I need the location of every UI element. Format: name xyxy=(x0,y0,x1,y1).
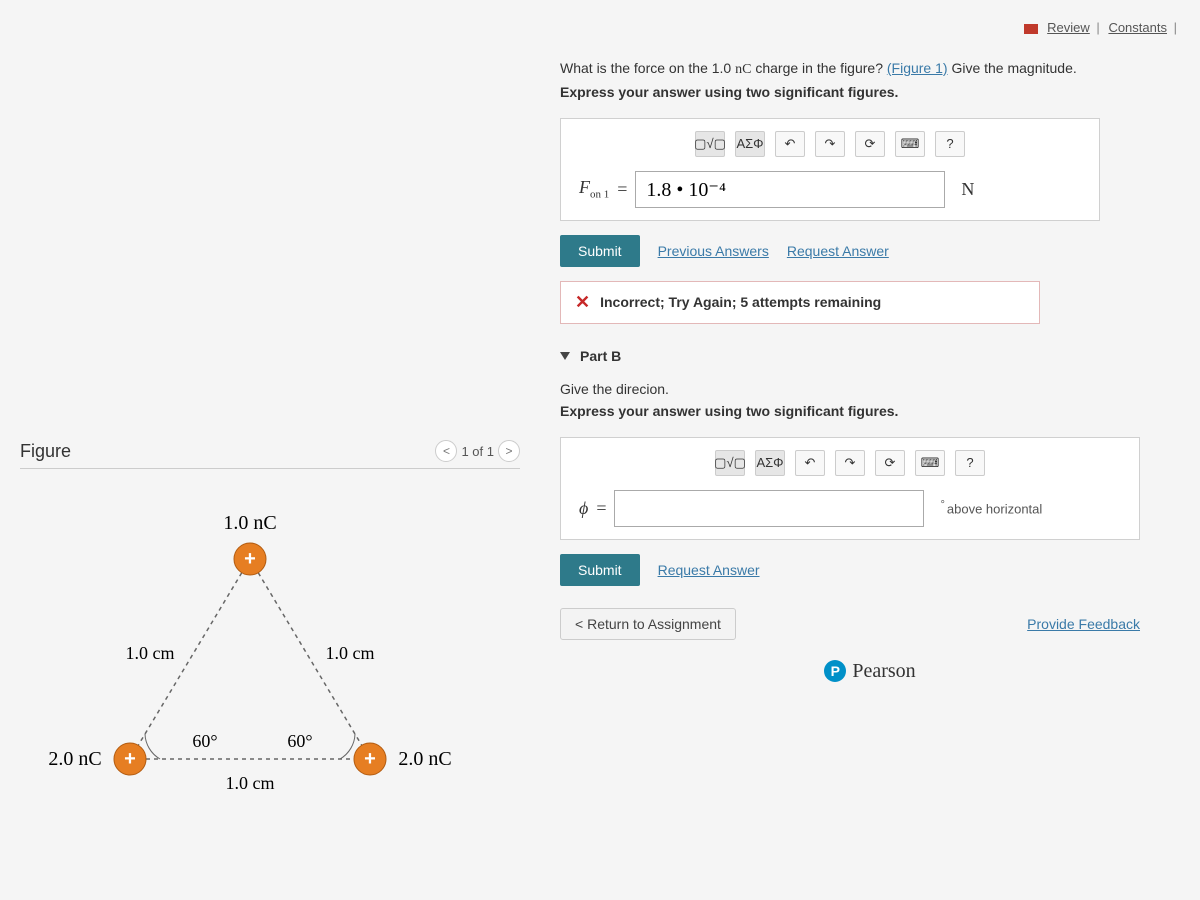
previous-answers-link[interactable]: Previous Answers xyxy=(658,243,769,259)
top-links: Review | Constants | xyxy=(560,20,1180,35)
undo-button[interactable]: ↶ xyxy=(775,131,805,157)
part-b-value-input[interactable] xyxy=(614,490,924,527)
constants-link[interactable]: Constants xyxy=(1108,20,1167,35)
part-a-toolbar: ▢√▢ ΑΣΦ ↶ ↷ ⟳ ⌨ ? xyxy=(573,131,1087,157)
pearson-brand: P Pearson xyxy=(560,660,1180,683)
collapse-icon xyxy=(560,352,570,360)
svg-text:+: + xyxy=(364,748,376,770)
help-button[interactable]: ? xyxy=(935,131,965,157)
left-angle-label: 60° xyxy=(192,731,217,751)
part-a-question: What is the force on the 1.0 nC charge i… xyxy=(560,57,1180,104)
review-link[interactable]: Review xyxy=(1047,20,1090,35)
part-b-answerbox: ▢√▢ ΑΣΦ ↶ ↷ ⟳ ⌨ ? ϕ = °above horizontal xyxy=(560,437,1140,540)
part-b-toggle[interactable]: Part B xyxy=(560,348,1180,364)
keyboard-button[interactable]: ⌨ xyxy=(895,131,925,157)
part-b-instruction: Express your answer using two significan… xyxy=(560,403,898,419)
redo-button[interactable]: ↷ xyxy=(815,131,845,157)
return-button[interactable]: < Return to Assignment xyxy=(560,608,736,640)
part-b-request-answer-link[interactable]: Request Answer xyxy=(658,562,760,578)
greek-button[interactable]: ΑΣΦ xyxy=(735,131,765,157)
figure-pager: < 1 of 1 > xyxy=(435,440,520,462)
templates-button[interactable]: ▢√▢ xyxy=(695,131,725,157)
figure-next-button[interactable]: > xyxy=(498,440,520,462)
left-charge-label: 2.0 nC xyxy=(48,748,101,770)
part-a-answerline: Fon 1 = N xyxy=(573,171,1087,208)
keyboard-button-b[interactable]: ⌨ xyxy=(915,450,945,476)
figure-diagram: + + + 1.0 nC 2.0 nC 2.0 nC 1.0 cm 1.0 cm… xyxy=(20,499,520,880)
redo-button-b[interactable]: ↷ xyxy=(835,450,865,476)
bottom-side-label: 1.0 cm xyxy=(226,773,275,793)
left-side-label: 1.0 cm xyxy=(126,643,175,663)
part-b-question: Give the direcion. Express your answer u… xyxy=(560,378,1180,423)
part-b-header: Part B xyxy=(580,348,621,364)
help-button-b[interactable]: ? xyxy=(955,450,985,476)
figure-link[interactable]: (Figure 1) xyxy=(887,60,948,76)
part-b-unit: °above horizontal xyxy=(940,499,1042,516)
svg-text:+: + xyxy=(244,548,256,570)
pearson-icon: P xyxy=(824,660,846,682)
figure-title: Figure xyxy=(20,441,71,462)
part-b-toolbar: ▢√▢ ΑΣΦ ↶ ↷ ⟳ ⌨ ? xyxy=(573,450,1127,476)
right-charge-label: 2.0 nC xyxy=(398,748,451,770)
part-a-unit: N xyxy=(961,179,974,200)
templates-button-b[interactable]: ▢√▢ xyxy=(715,450,745,476)
reset-button-b[interactable]: ⟳ xyxy=(875,450,905,476)
provide-feedback-link[interactable]: Provide Feedback xyxy=(1027,616,1140,632)
greek-button-b[interactable]: ΑΣΦ xyxy=(755,450,785,476)
part-a-feedback: ✕ Incorrect; Try Again; 5 attempts remai… xyxy=(560,281,1040,324)
figure-page-label: 1 of 1 xyxy=(461,444,494,459)
undo-button-b[interactable]: ↶ xyxy=(795,450,825,476)
flag-icon xyxy=(1024,24,1038,34)
top-charge-label: 1.0 nC xyxy=(223,512,276,534)
incorrect-icon: ✕ xyxy=(575,292,590,313)
part-b-answerline: ϕ = °above horizontal xyxy=(573,490,1127,527)
part-a-request-answer-link[interactable]: Request Answer xyxy=(787,243,889,259)
feedback-text: Incorrect; Try Again; 5 attempts remaini… xyxy=(600,294,881,310)
part-a-answerbox: ▢√▢ ΑΣΦ ↶ ↷ ⟳ ⌨ ? Fon 1 = N xyxy=(560,118,1100,221)
right-side-label: 1.0 cm xyxy=(326,643,375,663)
part-a-value-input[interactable] xyxy=(635,171,945,208)
part-b-submit-button[interactable]: Submit xyxy=(560,554,640,586)
figure-prev-button[interactable]: < xyxy=(435,440,457,462)
part-a-submit-row: Submit Previous Answers Request Answer xyxy=(560,235,1180,267)
part-a-submit-button[interactable]: Submit xyxy=(560,235,640,267)
reset-button[interactable]: ⟳ xyxy=(855,131,885,157)
right-angle-label: 60° xyxy=(287,731,312,751)
svg-text:+: + xyxy=(124,748,136,770)
part-a-instruction: Express your answer using two significan… xyxy=(560,84,898,100)
part-b-submit-row: Submit Request Answer xyxy=(560,554,1180,586)
